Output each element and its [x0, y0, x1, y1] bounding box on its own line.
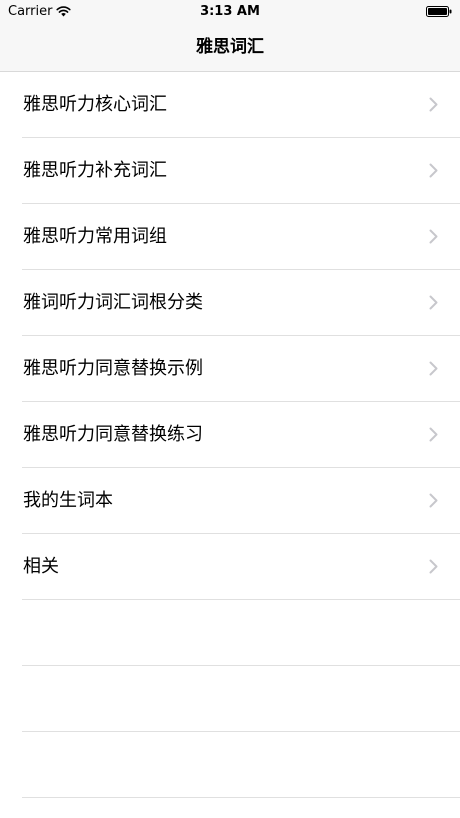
clock: 3:13 AM — [200, 4, 260, 19]
menu-item-common-phrases[interactable]: 雅思听力常用词组 — [0, 204, 460, 270]
menu-item-label: 雅思听力同意替换练习 — [23, 424, 203, 445]
menu-item-label: 雅思听力补充词汇 — [23, 160, 167, 181]
menu-item-supplementary-vocabulary[interactable]: 雅思听力补充词汇 — [0, 138, 460, 204]
chevron-right-icon — [429, 97, 438, 112]
navigation-bar: 雅思词汇 — [0, 24, 460, 72]
chevron-right-icon — [429, 427, 438, 442]
empty-row — [0, 732, 460, 798]
menu-item-core-vocabulary[interactable]: 雅思听力核心词汇 — [0, 72, 460, 138]
menu-item-related[interactable]: 相关 — [0, 534, 460, 600]
empty-row — [0, 666, 460, 732]
menu-item-label: 雅词听力词汇词根分类 — [23, 292, 203, 313]
chevron-right-icon — [429, 229, 438, 244]
menu-list: 雅思听力核心词汇 雅思听力补充词汇 雅思听力常用词组 雅词听力词汇词根分类 雅思… — [0, 72, 460, 798]
menu-item-label: 相关 — [23, 556, 59, 577]
chevron-right-icon — [429, 493, 438, 508]
chevron-right-icon — [429, 361, 438, 376]
battery-icon — [426, 6, 452, 17]
menu-item-label: 雅思听力同意替换示例 — [23, 358, 203, 379]
empty-row — [0, 600, 460, 666]
menu-item-root-classification[interactable]: 雅词听力词汇词根分类 — [0, 270, 460, 336]
page-title: 雅思词汇 — [196, 37, 264, 57]
menu-item-synonym-exercises[interactable]: 雅思听力同意替换练习 — [0, 402, 460, 468]
chevron-right-icon — [429, 295, 438, 310]
menu-item-my-vocabulary-book[interactable]: 我的生词本 — [0, 468, 460, 534]
chevron-right-icon — [429, 163, 438, 178]
status-bar: Carrier 3:13 AM — [0, 0, 460, 24]
menu-item-synonym-examples[interactable]: 雅思听力同意替换示例 — [0, 336, 460, 402]
menu-item-label: 雅思听力常用词组 — [23, 226, 167, 247]
chevron-right-icon — [429, 559, 438, 574]
menu-item-label: 我的生词本 — [23, 490, 113, 511]
menu-item-label: 雅思听力核心词汇 — [23, 94, 167, 115]
